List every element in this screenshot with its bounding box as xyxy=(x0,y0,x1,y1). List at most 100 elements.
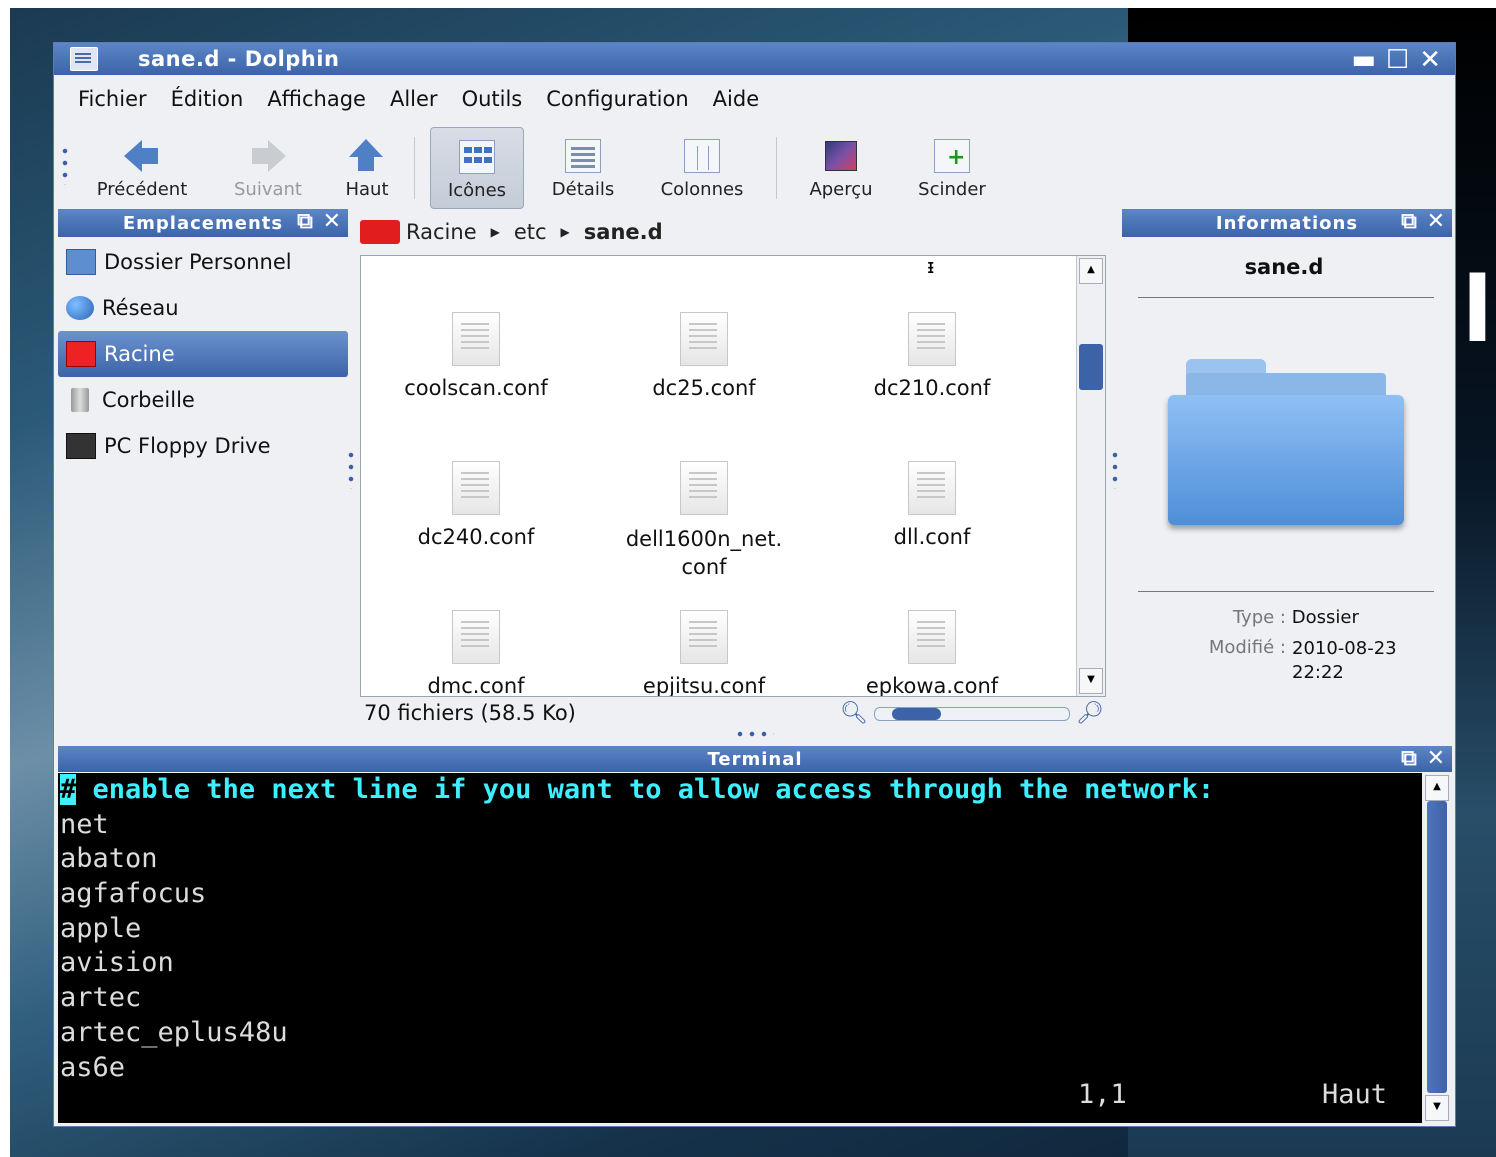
chevron-right-icon: ▶ xyxy=(560,225,570,239)
split-icon: + xyxy=(934,139,970,173)
icons-view-button[interactable]: Icônes xyxy=(430,127,524,209)
place-trash[interactable]: Corbeille xyxy=(58,377,348,423)
window-title: sane.d - Dolphin xyxy=(138,47,340,71)
file-item[interactable]: coolscan.conf xyxy=(361,312,591,400)
float-icon[interactable]: ⧉ xyxy=(297,209,314,234)
terminal[interactable]: # enable the next line if you want to al… xyxy=(58,773,1422,1123)
up-arrow-icon xyxy=(349,139,385,173)
scroll-thumb[interactable] xyxy=(1079,344,1103,390)
divider xyxy=(1138,591,1434,592)
zoom-out-icon[interactable]: 🔍︎ xyxy=(840,701,868,726)
forward-arrow-icon xyxy=(250,139,286,173)
file-view-scrollbar[interactable]: ▲ ▼ xyxy=(1076,256,1105,696)
terminal-resize-handle[interactable] xyxy=(734,731,774,737)
terminal-panel-header[interactable]: Terminal ⧉ ✕ xyxy=(58,746,1452,772)
scroll-thumb[interactable] xyxy=(1427,801,1447,1093)
chevron-right-icon: ▶ xyxy=(490,225,500,239)
app-icon[interactable] xyxy=(70,47,98,71)
network-globe-icon xyxy=(66,296,94,320)
scroll-down-icon[interactable]: ▼ xyxy=(1425,1095,1449,1121)
file-view[interactable]: ᵻ coolscan.conf dc25.conf dc210.conf dc2… xyxy=(360,255,1106,697)
terminal-line: artec xyxy=(60,982,142,1014)
place-floppy[interactable]: PC Floppy Drive xyxy=(58,423,348,469)
zoom-slider-area: 🔍︎ 🔎︎ xyxy=(840,701,1104,726)
forward-button[interactable]: Suivant xyxy=(222,127,314,207)
terminal-line: avision xyxy=(60,947,174,979)
toolbar-separator xyxy=(776,137,777,199)
place-home[interactable]: Dossier Personnel xyxy=(58,239,348,285)
info-modified-label: Modifié : xyxy=(1208,637,1286,658)
toolbar-grip[interactable] xyxy=(62,145,68,185)
info-panel-title: Informations xyxy=(1215,212,1359,234)
info-resize-handle[interactable] xyxy=(1112,449,1118,489)
minimize-icon[interactable]: ▬ xyxy=(1351,45,1376,75)
terminal-scroll-label: Haut xyxy=(1322,1079,1388,1110)
scroll-down-icon[interactable]: ▼ xyxy=(1079,668,1103,694)
place-root[interactable]: Racine xyxy=(58,331,348,377)
close-panel-icon[interactable]: ✕ xyxy=(1427,746,1446,771)
columns-view-icon xyxy=(684,139,720,173)
terminal-line: abaton xyxy=(60,843,158,875)
columns-view-button[interactable]: Colonnes xyxy=(646,127,758,207)
close-icon[interactable]: ✕ xyxy=(1419,45,1441,75)
file-item[interactable]: dmc.conf xyxy=(361,610,591,696)
text-file-icon xyxy=(452,461,500,515)
menu-configuration[interactable]: Configuration xyxy=(546,87,688,121)
menu-aide[interactable]: Aide xyxy=(713,87,759,121)
file-item[interactable]: dc210.conf xyxy=(817,312,1047,400)
zoom-slider-knob[interactable] xyxy=(892,707,941,720)
zoom-in-icon[interactable]: 🔎︎ xyxy=(1076,701,1104,726)
menu-edition[interactable]: Édition xyxy=(171,87,244,121)
menu-aller[interactable]: Aller xyxy=(390,87,438,121)
close-panel-icon[interactable]: ✕ xyxy=(323,209,342,234)
desktop-logo-fragment: l xyxy=(1462,258,1493,363)
menu-affichage[interactable]: Affichage xyxy=(267,87,366,121)
menu-outils[interactable]: Outils xyxy=(462,87,523,121)
scroll-up-icon[interactable]: ▲ xyxy=(1079,258,1103,284)
split-button[interactable]: + Scinder xyxy=(904,127,1000,207)
terminal-comment-text: enable the next line if you want to allo… xyxy=(76,774,1215,805)
breadcrumb-etc[interactable]: etc xyxy=(514,220,547,244)
details-view-icon xyxy=(565,139,601,173)
place-network[interactable]: Réseau xyxy=(58,285,348,331)
scroll-up-icon[interactable]: ▲ xyxy=(1425,775,1449,801)
info-panel-header[interactable]: Informations ⧉ ✕ xyxy=(1122,209,1452,237)
info-modified-row: Modifié : 2010-08-23 22:22 xyxy=(1138,637,1397,685)
toolbar: Précédent Suivant Haut Icônes Détails Co… xyxy=(54,127,1455,209)
root-folder-icon xyxy=(360,220,400,244)
home-folder-icon xyxy=(66,249,96,275)
text-file-icon xyxy=(680,610,728,664)
back-button[interactable]: Précédent xyxy=(82,127,202,207)
terminal-scrollbar[interactable]: ▲ ▼ xyxy=(1422,773,1450,1123)
places-panel-header[interactable]: Emplacements ⧉ ✕ xyxy=(58,209,348,237)
file-item[interactable]: dc25.conf xyxy=(589,312,819,400)
breadcrumb: Racine ▶ etc ▶ sane.d xyxy=(360,215,663,249)
divider xyxy=(1138,297,1434,298)
float-icon[interactable]: ⧉ xyxy=(1401,209,1418,234)
file-item[interactable]: dell1600n_net. conf xyxy=(589,461,819,581)
places-resize-handle[interactable] xyxy=(348,449,354,489)
file-item[interactable]: dll.conf xyxy=(817,461,1047,549)
breadcrumb-racine[interactable]: Racine xyxy=(406,220,477,244)
terminal-cursor: # xyxy=(60,774,77,805)
maximize-icon[interactable]: ☐ xyxy=(1386,45,1409,75)
text-file-icon xyxy=(908,461,956,515)
info-type-label: Type : xyxy=(1232,607,1286,628)
info-type-row: Type : Dossier xyxy=(1138,607,1359,628)
file-item[interactable]: dc240.conf xyxy=(361,461,591,549)
back-arrow-icon xyxy=(124,139,160,173)
file-item[interactable]: epjitsu.conf xyxy=(589,610,819,696)
breadcrumb-sane-d[interactable]: sane.d xyxy=(584,220,663,244)
details-view-button[interactable]: Détails xyxy=(538,127,628,207)
places-panel-controls: ⧉ ✕ xyxy=(297,209,342,234)
up-button[interactable]: Haut xyxy=(334,127,400,207)
text-file-icon xyxy=(680,461,728,515)
preview-button[interactable]: Aperçu xyxy=(796,127,886,207)
places-list: Dossier Personnel Réseau Racine Corbeill… xyxy=(58,239,348,469)
menu-fichier[interactable]: Fichier xyxy=(78,87,147,121)
title-bar[interactable]: sane.d - Dolphin ▬ ☐ ✕ xyxy=(54,43,1455,75)
file-item[interactable]: epkowa.conf xyxy=(817,610,1047,696)
close-panel-icon[interactable]: ✕ xyxy=(1427,209,1446,234)
zoom-slider[interactable] xyxy=(873,706,1070,721)
float-icon[interactable]: ⧉ xyxy=(1401,746,1418,771)
